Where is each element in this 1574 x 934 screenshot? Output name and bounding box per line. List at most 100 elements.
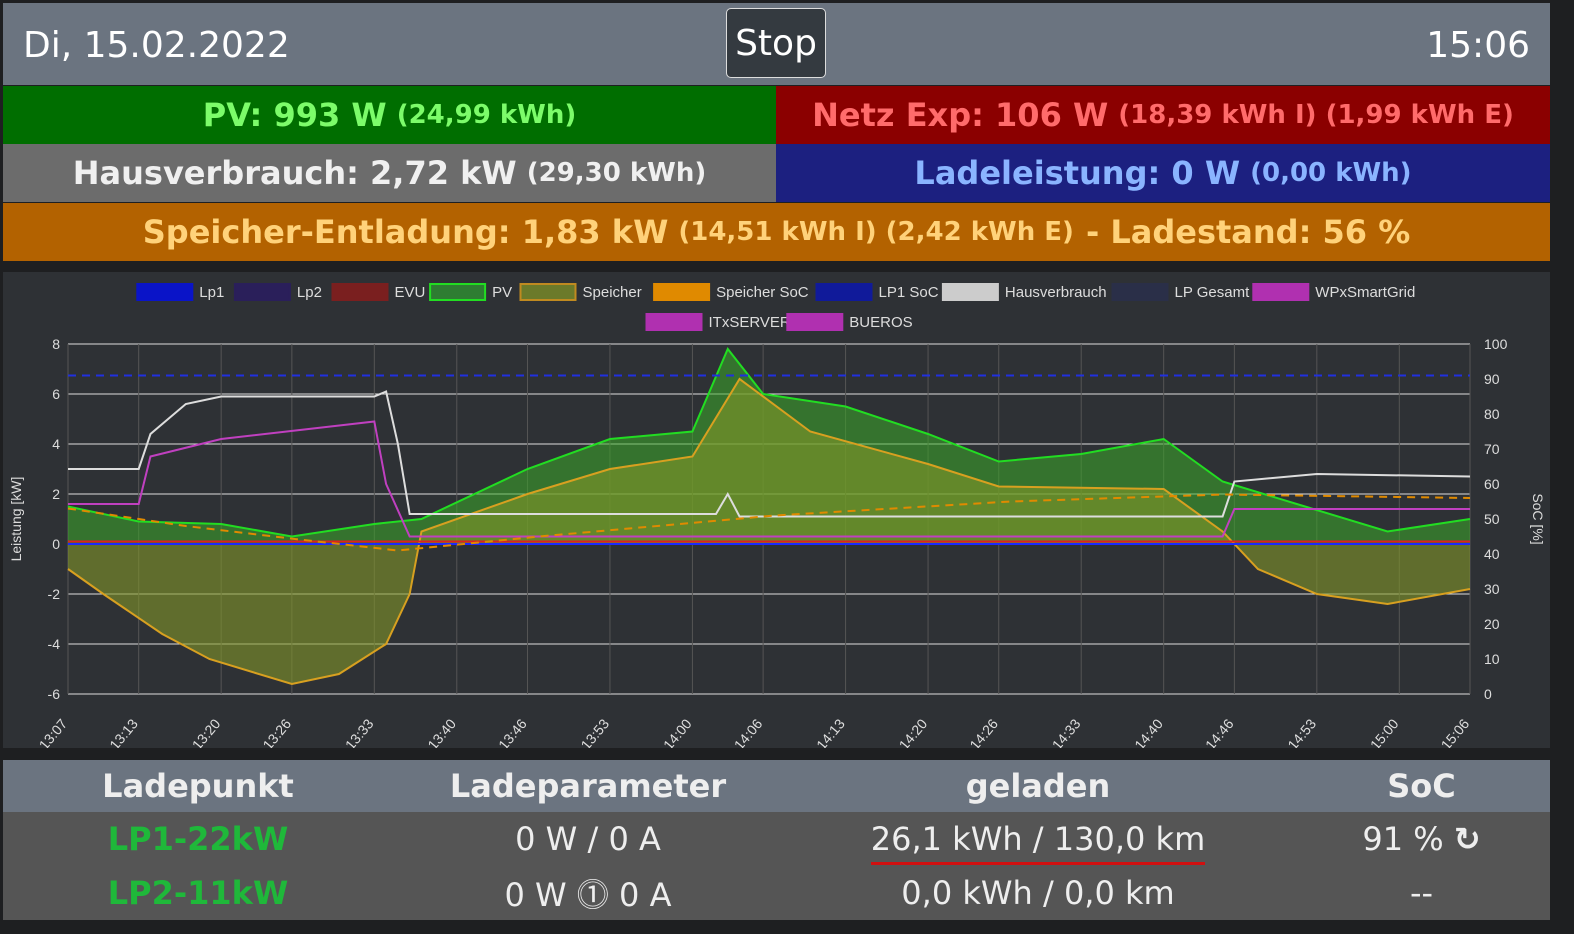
legend-swatch: [331, 283, 389, 301]
legend-label: Speicher SoC: [716, 284, 809, 301]
x-tick-label: 13:33: [342, 715, 377, 748]
y-tick-label: 8: [52, 336, 60, 352]
legend-swatch: [429, 283, 487, 301]
legend-label: LP1 SoC: [879, 284, 939, 301]
soc-cell: 91 % ↻: [1293, 820, 1550, 858]
y2-tick-label: 100: [1484, 336, 1508, 352]
x-tick-label: 13:20: [189, 715, 224, 748]
legend-label: PV: [492, 284, 512, 301]
y-tick-label: 2: [52, 486, 60, 502]
y-axis-label: Leistung [kW]: [8, 477, 24, 562]
battery-soc: - Ladestand: 56 %: [1085, 213, 1411, 251]
x-tick-label: 14:40: [1131, 715, 1166, 748]
legend-swatch: [786, 313, 844, 331]
charging-energy: (0,00 kWh): [1250, 158, 1412, 188]
x-tick-label: 15:06: [1438, 715, 1473, 748]
y2-tick-label: 0: [1484, 686, 1492, 702]
header-soc: SoC: [1387, 767, 1456, 805]
charge-params: 0 W ⓵ 0 A: [504, 876, 672, 914]
x-tick-label: 14:33: [1049, 715, 1084, 748]
charge-params: 0 W / 0 A: [515, 820, 661, 858]
battery-summary: Speicher-Entladung: 1,83 kW (14,51 kWh I)…: [3, 203, 1550, 261]
charged-value: 26,1 kWh / 130,0 km: [870, 820, 1206, 865]
battery-value: Speicher-Entladung: 1,83 kW: [142, 213, 669, 251]
y2-tick-label: 60: [1484, 476, 1500, 492]
x-tick-label: 14:46: [1202, 715, 1237, 748]
x-tick-label: 14:00: [660, 715, 695, 748]
house-energy: (29,30 kWh): [526, 158, 707, 188]
y2-tick-label: 40: [1484, 546, 1500, 562]
y2-tick-label: 80: [1484, 406, 1500, 422]
grid-energy: (18,39 kWh I) (1,99 kWh E): [1118, 100, 1514, 130]
legend-label: BUEROS: [849, 314, 912, 331]
legend-swatch: [645, 313, 703, 331]
legend-label: Lp2: [297, 284, 322, 301]
x-tick-label: 15:00: [1367, 715, 1402, 748]
x-tick-label: 14:26: [966, 715, 1001, 748]
chargepoint-name[interactable]: LP2-11kW: [3, 874, 393, 912]
charged: 26,1 kWh / 130,0 km: [783, 820, 1293, 865]
x-tick-label: 13:53: [577, 715, 612, 748]
legend-swatch: [653, 283, 711, 301]
x-tick-label: 13:13: [106, 715, 141, 748]
legend-swatch: [519, 283, 577, 301]
legend-label: Lp1: [199, 284, 224, 301]
legend-label: EVU: [395, 284, 426, 301]
legend-swatch: [815, 283, 873, 301]
x-tick-label: 14:53: [1284, 715, 1319, 748]
legend-label: Speicher: [583, 284, 642, 301]
table-row[interactable]: LP1-22kW 0 W / 0 A 26,1 kWh / 130,0 km 9…: [3, 812, 1550, 866]
y-tick-label: 4: [52, 436, 60, 452]
x-tick-label: 13:40: [424, 715, 459, 748]
pv-summary: PV: 993 W (24,99 kWh): [3, 86, 776, 144]
table-header: Ladepunkt Ladeparameter geladen SoC: [3, 760, 1550, 812]
x-tick-label: 14:20: [896, 715, 931, 748]
y2-tick-label: 30: [1484, 581, 1500, 597]
y-tick-label: -4: [48, 636, 61, 652]
legend-label: ITxSERVER: [709, 314, 791, 331]
y-tick-label: 6: [52, 386, 60, 402]
header-geladen: geladen: [965, 767, 1111, 805]
charging-value: Ladeleistung: 0 W: [914, 154, 1241, 192]
y-tick-label: -2: [48, 586, 61, 602]
chargepoint-name[interactable]: LP1-22kW: [3, 820, 393, 858]
charging-summary: Ladeleistung: 0 W (0,00 kWh): [776, 144, 1550, 202]
legend-label: WPxSmartGrid: [1315, 284, 1415, 301]
legend-swatch: [1111, 283, 1169, 301]
header-ladepunkt: Ladepunkt: [102, 767, 294, 805]
soc-value: 91 %: [1362, 820, 1444, 858]
soc-value: --: [1409, 874, 1434, 912]
house-summary: Hausverbrauch: 2,72 kW (29,30 kWh): [3, 144, 776, 202]
legend-label: LP Gesamt: [1175, 284, 1251, 301]
power-chart[interactable]: Lp1 Lp2 EVU PV Speicher Speicher SoC LP1 SoC Ha…: [3, 272, 1550, 753]
battery-energy: (14,51 kWh I) (2,42 kWh E): [678, 217, 1074, 247]
grid-value: Netz Exp: 106 W: [812, 96, 1109, 134]
y-tick-label: -6: [48, 686, 61, 702]
header-bar: Di, 15.02.2022 Stop 15:06: [3, 3, 1550, 85]
pv-value: PV: 993 W: [202, 96, 387, 134]
y2-tick-label: 70: [1484, 441, 1500, 457]
stop-button[interactable]: Stop: [726, 8, 826, 78]
charge-points-table: Ladepunkt Ladeparameter geladen SoC LP1-…: [3, 760, 1550, 920]
y2-tick-label: 20: [1484, 616, 1500, 632]
legend-swatch: [136, 283, 194, 301]
x-tick-label: 13:46: [495, 715, 530, 748]
pv-energy: (24,99 kWh): [396, 100, 577, 130]
x-tick-label: 14:13: [813, 715, 848, 748]
chart-svg: Lp1 Lp2 EVU PV Speicher Speicher SoC LP1 SoC Ha…: [8, 283, 1546, 753]
y-tick-label: 0: [52, 536, 60, 552]
header-ladeparameter: Ladeparameter: [449, 767, 727, 805]
legend-label: Hausverbrauch: [1005, 284, 1107, 301]
x-tick-label: 13:07: [36, 715, 71, 748]
y2-axis-label: SoC [%]: [1530, 493, 1546, 544]
grid-summary: Netz Exp: 106 W (18,39 kWh I) (1,99 kWh E…: [776, 86, 1550, 144]
y2-tick-label: 90: [1484, 371, 1500, 387]
refresh-icon[interactable]: ↻: [1454, 820, 1481, 858]
y2-tick-label: 50: [1484, 511, 1500, 527]
date: Di, 15.02.2022: [23, 25, 290, 66]
charged: 0,0 kWh / 0,0 km: [901, 874, 1175, 912]
x-tick-label: 13:26: [259, 715, 294, 748]
table-row[interactable]: LP2-11kW 0 W ⓵ 0 A 0,0 kWh / 0,0 km --: [3, 866, 1550, 920]
clock: 15:06: [1426, 25, 1530, 66]
legend-swatch: [1252, 283, 1310, 301]
